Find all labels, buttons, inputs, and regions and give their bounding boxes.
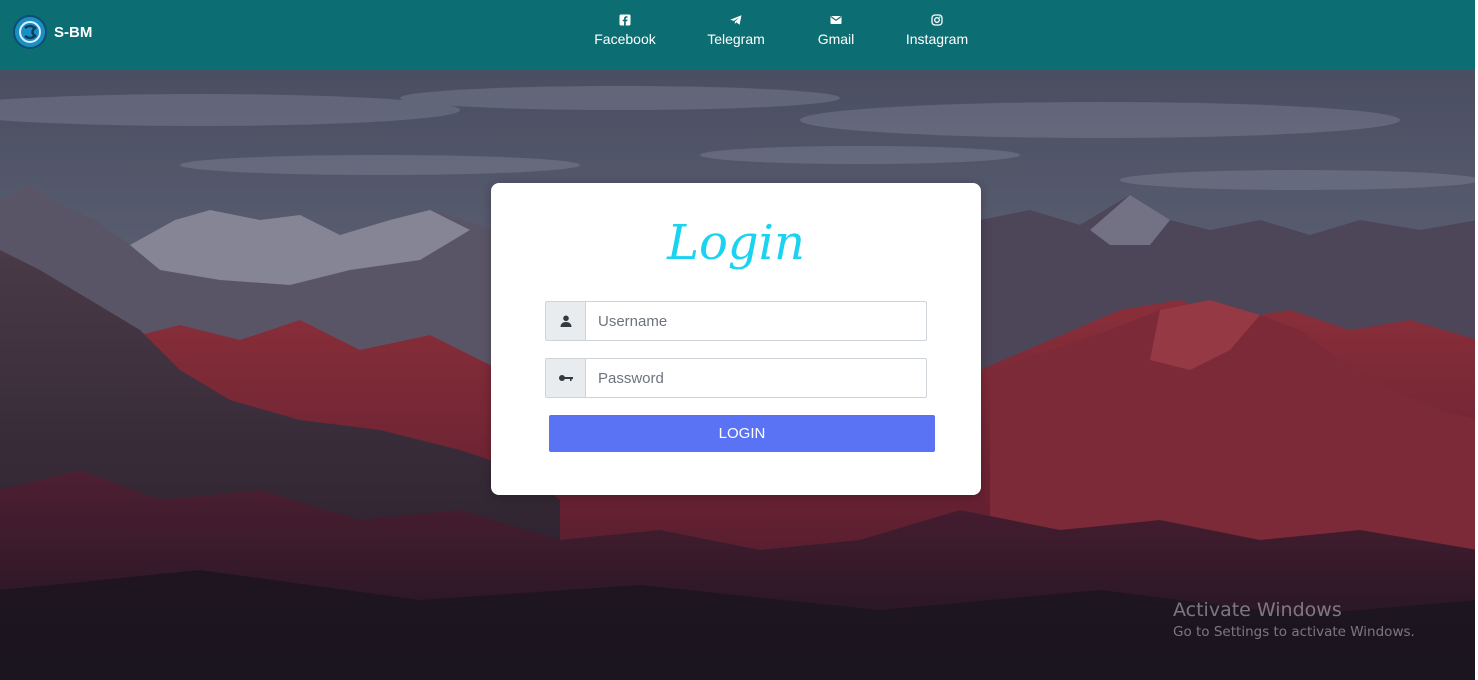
windows-activation-watermark: Activate Windows Go to Settings to activ… <box>1173 598 1415 642</box>
facebook-icon <box>619 14 631 26</box>
password-addon <box>546 359 586 397</box>
user-icon <box>560 315 571 327</box>
nav-label-telegram: Telegram <box>707 31 765 47</box>
username-group <box>545 301 927 341</box>
login-page: S-BM Facebook Telegram Gmail Instagram L… <box>0 0 1478 680</box>
navbar: S-BM Facebook Telegram Gmail Instagram <box>0 0 1478 70</box>
watermark-subtitle: Go to Settings to activate Windows. <box>1173 624 1415 640</box>
nav-label-gmail: Gmail <box>817 31 855 47</box>
login-button[interactable]: LOGIN <box>549 415 935 452</box>
instagram-icon <box>931 14 943 26</box>
username-input[interactable] <box>586 302 926 340</box>
gmail-icon <box>830 16 842 24</box>
nav-link-gmail[interactable]: Gmail <box>786 14 886 47</box>
nav-label-facebook: Facebook <box>594 31 656 47</box>
login-card: Login LOGIN <box>491 183 981 495</box>
nav-links: Facebook Telegram Gmail Instagram <box>0 14 1478 64</box>
username-addon <box>546 302 586 340</box>
nav-label-instagram: Instagram <box>905 31 969 47</box>
watermark-title: Activate Windows <box>1173 599 1342 621</box>
nav-link-instagram[interactable]: Instagram <box>887 14 987 47</box>
password-input[interactable] <box>586 359 926 397</box>
password-group <box>545 358 927 398</box>
nav-link-telegram[interactable]: Telegram <box>686 14 786 47</box>
key-icon <box>558 375 573 381</box>
nav-link-facebook[interactable]: Facebook <box>575 14 675 47</box>
login-title: Login <box>667 215 805 271</box>
telegram-icon <box>730 15 742 25</box>
